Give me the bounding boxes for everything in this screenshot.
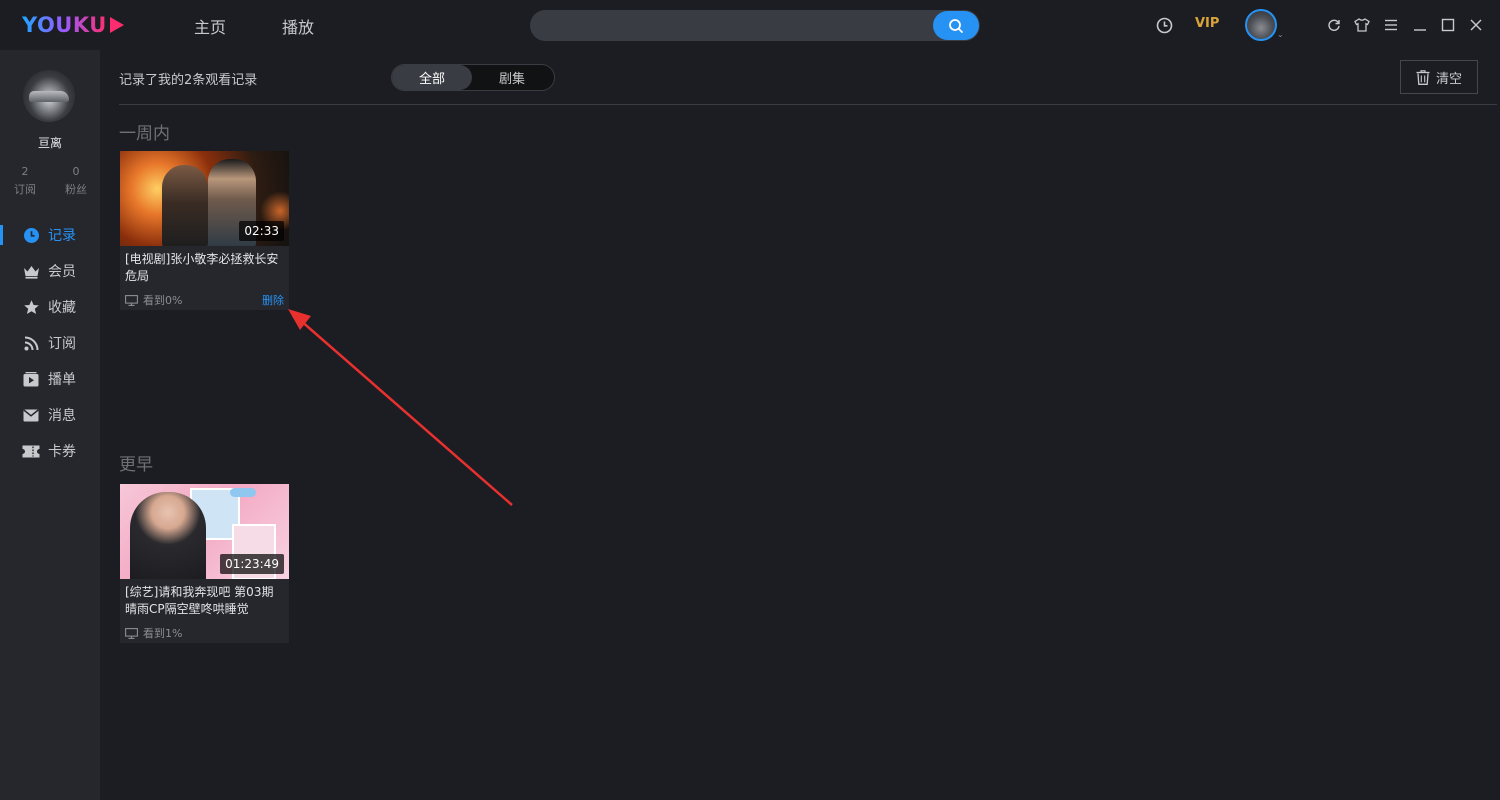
refresh-button[interactable] (1324, 15, 1344, 35)
sidebar-item-membership[interactable]: 会员 (0, 253, 100, 289)
video-duration: 01:23:49 (220, 554, 284, 574)
clock-icon (1156, 17, 1172, 33)
delete-record-button[interactable]: 删除 (262, 292, 284, 308)
section-title-earlier: 更早 (119, 455, 153, 475)
avatar-car-image (29, 91, 69, 102)
minimize-icon (1414, 29, 1426, 31)
sidebar-item-label: 消息 (48, 408, 76, 424)
search-input[interactable] (544, 10, 924, 41)
vip-link[interactable]: VIP (1195, 16, 1219, 31)
video-title[interactable]: [电视剧]张小敬李必拯救长安危局 (125, 251, 285, 285)
filter-series[interactable]: 剧集 (472, 65, 552, 90)
youku-logo[interactable]: YOUKU (22, 12, 124, 38)
close-icon (1470, 19, 1482, 31)
trash-icon (1416, 69, 1430, 85)
history-summary: 记录了我的2条观看记录 (119, 73, 258, 88)
menu-button[interactable] (1381, 15, 1401, 35)
close-button[interactable] (1466, 15, 1486, 35)
sidebar-item-messages[interactable]: 消息 (0, 397, 100, 433)
minimize-button[interactable] (1410, 15, 1430, 35)
sidebar-item-label: 订阅 (48, 336, 76, 352)
watch-progress: 看到1% (125, 625, 182, 641)
ticket-icon (22, 442, 40, 460)
username[interactable]: 亘离 (0, 134, 100, 151)
sidebar-menu: 记录 会员 收藏 订阅 播单 消息 卡券 (0, 217, 100, 469)
shirt-icon (1354, 18, 1370, 32)
hamburger-icon (1385, 19, 1397, 31)
sidebar-item-label: 播单 (48, 372, 76, 388)
stat-count: 0 (72, 165, 80, 178)
history-card[interactable]: 02:33 [电视剧]张小敬李必拯救长安危局 看到0% 删除 (120, 151, 289, 310)
section-title-week: 一周内 (119, 124, 170, 144)
video-thumbnail[interactable]: 02:33 (120, 151, 289, 246)
stat-label: 订阅 (14, 183, 36, 196)
user-avatar[interactable] (1245, 9, 1277, 41)
progress-text: 看到0% (143, 294, 183, 307)
search-icon (949, 18, 963, 33)
sidebar-item-history[interactable]: 记录 (0, 217, 100, 253)
stat-count: 2 (21, 165, 29, 178)
logo-text: YOUKU (22, 13, 107, 37)
search-button[interactable] (933, 11, 979, 40)
search-box (530, 10, 980, 41)
history-panel: 记录了我的2条观看记录 全部 剧集 清空 一周内 02:33 [电视剧]张小敬李… (100, 50, 1500, 800)
chevron-down-icon[interactable]: ⌄ (1277, 30, 1284, 39)
title-bar: YOUKU 主页 播放 VIP ⌄ (0, 0, 1500, 50)
nav-home[interactable]: 主页 (194, 14, 226, 38)
history-filter: 全部 剧集 (391, 64, 555, 91)
playlist-icon (22, 370, 40, 388)
monitor-icon (125, 627, 138, 639)
video-title[interactable]: [综艺]请和我奔现吧 第03期 晴雨CP隔空壁咚哄睡觉 (125, 584, 285, 618)
sidebar-item-favorites[interactable]: 收藏 (0, 289, 100, 325)
monitor-icon (125, 294, 138, 306)
video-thumbnail[interactable]: 01:23:49 (120, 484, 289, 579)
video-duration: 02:33 (239, 221, 284, 241)
logo-arrow-icon (109, 17, 124, 33)
sidebar-item-label: 会员 (48, 264, 76, 280)
clear-history-button[interactable]: 清空 (1400, 60, 1478, 94)
star-icon (22, 298, 40, 316)
sidebar-item-label: 卡券 (48, 444, 76, 460)
sidebar-item-label: 记录 (48, 228, 76, 244)
skin-button[interactable] (1352, 15, 1372, 35)
progress-text: 看到1% (143, 627, 183, 640)
stat-fans[interactable]: 0 粉丝 (56, 163, 96, 199)
divider (119, 104, 1497, 105)
clear-label: 清空 (1435, 71, 1462, 87)
sidebar: 亘离 2 订阅 0 粉丝 记录 会员 收藏 订阅 播单 消息 卡券 (0, 50, 100, 800)
watch-progress: 看到0% (125, 292, 182, 308)
rss-icon (22, 334, 40, 352)
filter-all[interactable]: 全部 (392, 65, 472, 90)
crown-icon (22, 262, 40, 280)
clock-icon (22, 226, 40, 244)
nav-play[interactable]: 播放 (282, 14, 314, 38)
stat-subscriptions[interactable]: 2 订阅 (5, 163, 45, 199)
sidebar-item-coupons[interactable]: 卡券 (0, 433, 100, 469)
maximize-icon (1441, 18, 1455, 32)
refresh-icon (1328, 19, 1340, 31)
mail-icon (22, 406, 40, 424)
stat-label: 粉丝 (65, 183, 87, 196)
sidebar-item-playlists[interactable]: 播单 (0, 361, 100, 397)
history-clock-button[interactable] (1154, 15, 1174, 35)
sidebar-item-subscriptions[interactable]: 订阅 (0, 325, 100, 361)
top-nav: 主页 播放 (194, 14, 314, 38)
sidebar-item-label: 收藏 (48, 300, 76, 316)
maximize-button[interactable] (1438, 15, 1458, 35)
app-window: YOUKU 主页 播放 VIP ⌄ 亘离 2 订阅 0 粉丝 记录 会员 收藏 … (0, 0, 1500, 800)
history-card[interactable]: 01:23:49 [综艺]请和我奔现吧 第03期 晴雨CP隔空壁咚哄睡觉 看到1… (120, 484, 289, 643)
sidebar-avatar[interactable] (23, 70, 75, 122)
